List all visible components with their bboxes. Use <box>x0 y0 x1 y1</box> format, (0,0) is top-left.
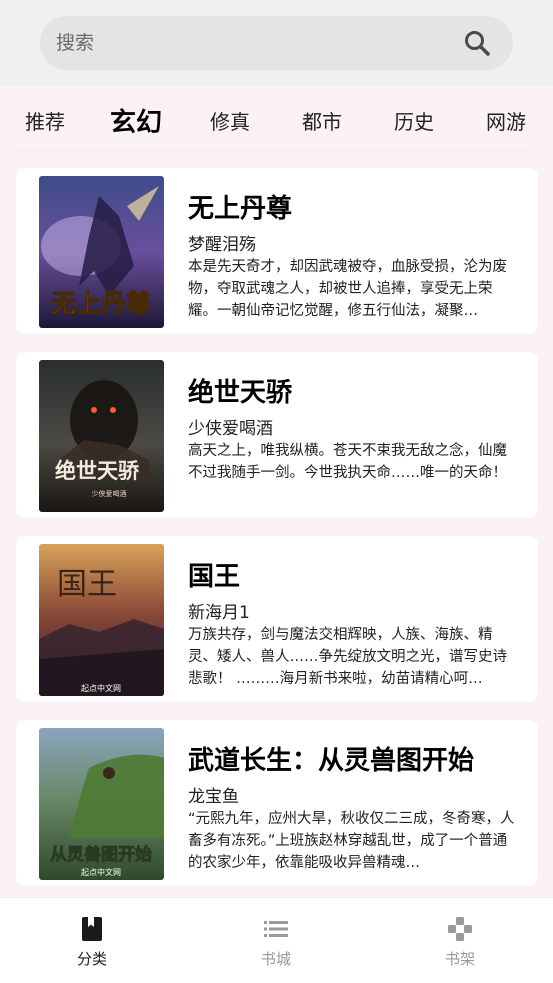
book-cover[interactable]: 绝世天骄 少侠爱喝酒 <box>39 360 164 512</box>
bottom-navigation: 分类 书城 书架 <box>0 897 553 983</box>
book-description: 本是先天奇才，却因武魂被夺，血脉受损，沦为废物，夺取武魂之人，却被世人追捧，享受… <box>188 259 507 319</box>
cover-publisher-art: 起点中文网 <box>81 683 121 693</box>
book-author: 梦醒泪殇 <box>188 235 256 255</box>
nav-label: 书架 <box>444 950 475 968</box>
tab-lishi[interactable]: 历史 <box>394 106 434 135</box>
book-title[interactable]: 武道长生：从灵兽图开始 <box>188 740 474 777</box>
book-card[interactable]: 国王 起点中文网 国王 新海月1 万族共存，剑与魔法交相辉映，人族、海族、精灵、… <box>16 536 538 702</box>
cover-title-art: 从灵兽图开始 <box>50 844 152 865</box>
category-tabs: 推荐 玄幻 修真 都市 历史 网游 <box>0 86 553 152</box>
cover-author-art: 少侠爱喝酒 <box>92 489 127 498</box>
book-title[interactable]: 国王 <box>188 556 240 593</box>
search-box[interactable] <box>40 16 513 70</box>
gamepad-icon <box>448 917 472 941</box>
book-cover[interactable]: 无上丹尊 <box>39 176 164 328</box>
book-description: “元熙九年，应州大旱，秋收仅二三成，冬奇寒，人畜多有冻死。”上班族赵林穿越乱世，… <box>188 811 515 871</box>
book-title[interactable]: 无上丹尊 <box>188 188 292 225</box>
list-icon <box>264 921 288 937</box>
cover-title-art: 无上丹尊 <box>51 289 151 318</box>
book-cover[interactable]: 国王 起点中文网 <box>39 544 164 696</box>
nav-item-bookshelf[interactable]: 书架 <box>368 898 552 983</box>
cover-title-art: 国王 <box>57 567 117 602</box>
book-icon <box>82 917 102 941</box>
tab-xuanhuan[interactable]: 玄幻 <box>110 102 162 139</box>
search-bar-area <box>0 0 553 86</box>
book-card[interactable]: 从灵兽图开始 起点中文网 武道长生：从灵兽图开始 龙宝鱼 “元熙九年，应州大旱，… <box>16 720 538 886</box>
cover-publisher-art: 起点中文网 <box>81 867 121 877</box>
tab-wangyou[interactable]: 网游 <box>486 106 526 135</box>
book-author: 少侠爱喝酒 <box>188 419 273 439</box>
book-card[interactable]: 绝世天骄 少侠爱喝酒 绝世天骄 少侠爱喝酒 高天之上，唯我纵横。苍天不束我无敌之… <box>16 352 538 518</box>
nav-label: 分类 <box>76 950 107 968</box>
book-card[interactable]: 无上丹尊 无上丹尊 梦醒泪殇 本是先天奇才，却因武魂被夺，血脉受损，沦为废物，夺… <box>16 168 538 334</box>
book-author: 龙宝鱼 <box>188 787 239 807</box>
search-icon[interactable] <box>463 29 491 57</box>
book-title[interactable]: 绝世天骄 <box>188 372 292 409</box>
tab-recommend[interactable]: 推荐 <box>25 106 65 135</box>
tab-xiuzhen[interactable]: 修真 <box>210 106 250 135</box>
book-author: 新海月1 <box>188 603 250 623</box>
tab-dushi[interactable]: 都市 <box>302 106 342 135</box>
book-cover[interactable]: 从灵兽图开始 起点中文网 <box>39 728 164 880</box>
search-input[interactable] <box>56 16 446 70</box>
nav-item-bookstore[interactable]: 书城 <box>184 898 368 983</box>
cover-title-art: 绝世天骄 <box>55 458 140 483</box>
book-description: 万族共存，剑与魔法交相辉映，人族、海族、精灵、矮人、兽人……争先绽放文明之光，谱… <box>188 627 507 687</box>
nav-item-category[interactable]: 分类 <box>0 898 184 983</box>
tab-divider <box>16 150 528 151</box>
book-description: 高天之上，唯我纵横。苍天不束我无敌之念，仙魔不过我随手一剑。今世我执天命……唯一… <box>188 443 507 481</box>
nav-label: 书城 <box>260 950 291 968</box>
